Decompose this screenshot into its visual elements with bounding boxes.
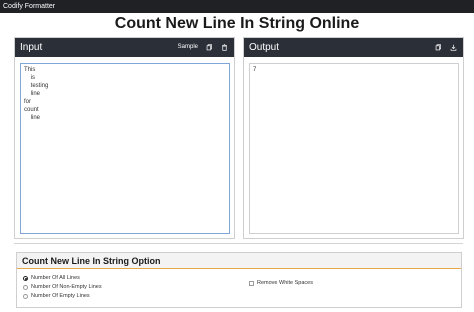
- copy-icon[interactable]: [206, 44, 213, 51]
- output-textarea[interactable]: 7: [249, 63, 459, 234]
- remove-whitespace-option[interactable]: Remove White Spaces: [249, 280, 313, 287]
- app-title: Codify Formatter: [3, 3, 56, 10]
- options-panel: Count New Line In String Option Number O…: [16, 252, 462, 308]
- input-textarea[interactable]: This is testing line for count line: [20, 63, 230, 234]
- radio-button[interactable]: [23, 294, 28, 299]
- radio-label: Number Of Non-Empty Lines: [31, 284, 102, 290]
- radio-empty-lines[interactable]: Number Of Empty Lines: [23, 293, 90, 300]
- sample-button[interactable]: Sample: [178, 38, 198, 57]
- download-icon[interactable]: [450, 44, 457, 51]
- trash-icon[interactable]: [221, 44, 228, 51]
- radio-all-lines[interactable]: Number Of All Lines: [23, 275, 80, 282]
- checkbox[interactable]: [249, 281, 254, 286]
- app-titlebar: Codify Formatter: [0, 0, 474, 13]
- input-panel: Input Sample This is testing line for co…: [14, 37, 235, 239]
- radio-button-selected[interactable]: [23, 276, 28, 281]
- copy-icon[interactable]: [435, 44, 442, 51]
- page-title: Count New Line In String Online: [114, 15, 360, 32]
- options-title: Count New Line In String Option: [17, 253, 461, 269]
- radio-label: Number Of All Lines: [31, 275, 80, 281]
- radio-label: Number Of Empty Lines: [31, 293, 90, 299]
- output-panel-title: Output: [249, 42, 280, 53]
- section-divider: [14, 243, 463, 244]
- radio-non-empty-lines[interactable]: Number Of Non-Empty Lines: [23, 284, 102, 291]
- output-panel: Output 7: [243, 37, 464, 239]
- checkbox-label: Remove White Spaces: [257, 280, 313, 286]
- radio-button[interactable]: [23, 285, 28, 290]
- input-panel-header: Input Sample: [15, 38, 234, 57]
- output-panel-header: Output: [244, 38, 463, 57]
- input-panel-title: Input: [20, 42, 43, 53]
